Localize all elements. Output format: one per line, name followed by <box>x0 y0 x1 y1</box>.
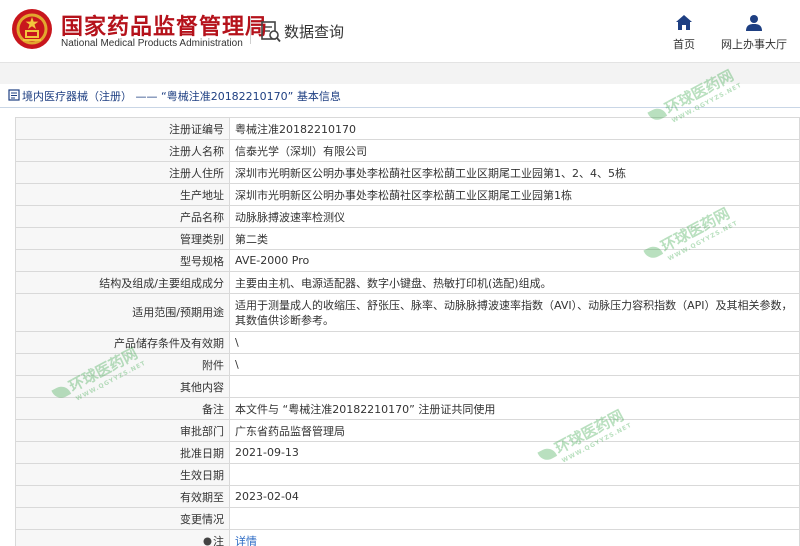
home-icon <box>676 15 692 30</box>
table-row: 注册人住所 深圳市光明新区公明办事处李松蓢社区李松蓢工业区期尾工业园第1、2、4… <box>15 161 800 184</box>
field-label: 注册人住所 <box>15 161 230 184</box>
table-row: 变更情况 <box>15 507 800 530</box>
field-value: 主要由主机、电源适配器、数字小键盘、热敏打印机(选配)组成。 <box>229 271 800 294</box>
data-query-title: 数据查询 <box>284 23 345 41</box>
field-value <box>229 375 800 398</box>
field-label: 审批部门 <box>15 419 230 442</box>
details-link[interactable]: 详情 <box>235 535 257 546</box>
field-label: 型号规格 <box>15 249 230 272</box>
field-value: 广东省药品监督管理局 <box>229 419 800 442</box>
field-label: 生效日期 <box>15 463 230 486</box>
data-query-icon <box>261 21 281 43</box>
field-value: 动脉脉搏波速率检测仪 <box>229 205 800 228</box>
table-row: 附件 \ <box>15 353 800 376</box>
table-row: 生效日期 <box>15 463 800 486</box>
table-row: 批准日期 2021-09-13 <box>15 441 800 464</box>
table-row: 产品名称 动脉脉搏波速率检测仪 <box>15 205 800 228</box>
breadcrumb: 境内医疗器械（注册） —— “粤械注准20182210170” 基本信息 <box>0 84 800 108</box>
breadcrumb-text: 境内医疗器械（注册） —— “粤械注准20182210170” 基本信息 <box>22 90 341 103</box>
agency-name-cn[interactable]: 国家药品监督管理局 <box>61 9 268 41</box>
field-label: 备注 <box>15 397 230 420</box>
field-label: 产品名称 <box>15 205 230 228</box>
table-row: 适用范围/预期用途 适用于测量成人的收缩压、舒张压、脉率、动脉脉搏波速率指数（A… <box>15 293 800 332</box>
field-value: 粤械注准20182210170 <box>229 117 800 140</box>
field-label: 批准日期 <box>15 441 230 464</box>
field-value: 适用于测量成人的收缩压、舒张压、脉率、动脉脉搏波速率指数（AVI）、动脉压力容积… <box>229 293 800 332</box>
field-label: 管理类别 <box>15 227 230 250</box>
header-divider <box>250 16 251 44</box>
field-label: 注册证编号 <box>15 117 230 140</box>
note-value-cell: 详情 <box>229 529 800 546</box>
agency-name-en: National Medical Products Administration <box>61 38 243 49</box>
field-value: \ <box>229 353 800 376</box>
table-row: 型号规格 AVE-2000 Pro <box>15 249 800 272</box>
document-icon <box>8 89 20 101</box>
header-band <box>0 62 800 84</box>
field-value: 本文件与 “粤械注准20182210170” 注册证共同使用 <box>229 397 800 420</box>
field-value: \ <box>229 331 800 354</box>
note-label: 注 <box>213 534 224 546</box>
nav-online-service-hall[interactable]: 网上办事大厅 <box>718 14 790 52</box>
note-bullet-icon <box>203 537 212 545</box>
field-value: 深圳市光明新区公明办事处李松蓢社区李松蓢工业区期尾工业园第1、2、4、5栋 <box>229 161 800 184</box>
field-label: 产品储存条件及有效期 <box>15 331 230 354</box>
person-icon <box>746 15 762 31</box>
field-value: 第二类 <box>229 227 800 250</box>
field-value <box>229 463 800 486</box>
table-row: 生产地址 深圳市光明新区公明办事处李松蓢社区李松蓢工业区期尾工业园第1栋 <box>15 183 800 206</box>
field-value: AVE-2000 Pro <box>229 249 800 272</box>
field-value <box>229 507 800 530</box>
table-row: 审批部门 广东省药品监督管理局 <box>15 419 800 442</box>
table-row: 注册人名称 信泰光学（深圳）有限公司 <box>15 139 800 162</box>
table-row: 其他内容 <box>15 375 800 398</box>
registration-detail-table: 注册证编号 粤械注准20182210170 注册人名称 信泰光学（深圳）有限公司… <box>15 117 800 546</box>
table-row: 注 详情 <box>15 529 800 546</box>
nav-home[interactable]: 首页 <box>664 14 704 52</box>
nav-home-label: 首页 <box>673 38 695 51</box>
table-row: 有效期至 2023-02-04 <box>15 485 800 508</box>
site-header: 国家药品监督管理局 National Medical Products Admi… <box>0 0 800 62</box>
field-label: 其他内容 <box>15 375 230 398</box>
note-label-cell: 注 <box>15 529 230 546</box>
table-row: 产品储存条件及有效期 \ <box>15 331 800 354</box>
field-label: 生产地址 <box>15 183 230 206</box>
field-value: 深圳市光明新区公明办事处李松蓢社区李松蓢工业区期尾工业园第1栋 <box>229 183 800 206</box>
table-row: 管理类别 第二类 <box>15 227 800 250</box>
field-label: 变更情况 <box>15 507 230 530</box>
field-label: 适用范围/预期用途 <box>15 293 230 332</box>
field-value: 信泰光学（深圳）有限公司 <box>229 139 800 162</box>
field-label: 有效期至 <box>15 485 230 508</box>
field-value: 2023-02-04 <box>229 485 800 508</box>
field-label: 附件 <box>15 353 230 376</box>
nav-online-label: 网上办事大厅 <box>721 38 787 51</box>
field-value: 2021-09-13 <box>229 441 800 464</box>
table-row: 备注 本文件与 “粤械注准20182210170” 注册证共同使用 <box>15 397 800 420</box>
field-label: 结构及组成/主要组成成分 <box>15 271 230 294</box>
table-row: 结构及组成/主要组成成分 主要由主机、电源适配器、数字小键盘、热敏打印机(选配)… <box>15 271 800 294</box>
field-label: 注册人名称 <box>15 139 230 162</box>
national-emblem-icon[interactable] <box>11 8 53 50</box>
table-row: 注册证编号 粤械注准20182210170 <box>15 117 800 140</box>
